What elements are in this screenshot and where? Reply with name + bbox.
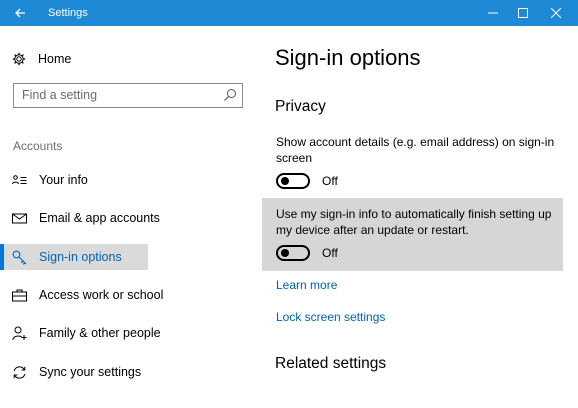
home-nav-item[interactable]: Home <box>12 49 71 69</box>
search-box[interactable] <box>13 83 243 108</box>
toggle-knob <box>281 177 289 185</box>
close-icon <box>551 8 561 18</box>
page-title: Sign-in options <box>275 45 421 70</box>
show-account-details-setting: Off <box>276 171 338 191</box>
minimize-icon <box>488 12 498 14</box>
toggle-state-label: Off <box>322 174 338 188</box>
auto-finish-setup-toggle[interactable] <box>276 245 310 261</box>
learn-more-link[interactable]: Learn more <box>276 278 337 292</box>
auto-finish-setup-description: Use my sign-in info to automatically fin… <box>276 207 552 237</box>
sidebar: Home Accounts Your info Email & app acco… <box>0 26 262 408</box>
window-title: Settings <box>48 7 88 19</box>
key-icon <box>12 250 27 265</box>
sidebar-item-label: Sign-in options <box>39 250 122 264</box>
sidebar-item-your-info[interactable]: Your info <box>0 167 148 193</box>
show-account-details-toggle[interactable] <box>276 173 310 189</box>
toggle-knob <box>281 249 289 257</box>
maximize-button[interactable] <box>508 0 538 26</box>
show-account-details-description: Show account details (e.g. email address… <box>276 135 555 165</box>
sidebar-item-label: Family & other people <box>39 326 161 340</box>
sidebar-item-family[interactable]: Family & other people <box>0 320 161 346</box>
person-card-icon <box>12 173 27 188</box>
sidebar-item-sign-in-options[interactable]: Sign-in options <box>0 244 148 270</box>
sidebar-item-work-school[interactable]: Access work or school <box>0 282 163 308</box>
main-content: Sign-in options Privacy Show account det… <box>262 26 578 408</box>
back-arrow-icon <box>15 8 25 18</box>
toggle-state-label: Off <box>322 246 338 260</box>
home-label: Home <box>38 52 72 66</box>
sidebar-item-label: Email & app accounts <box>39 211 160 225</box>
accounts-section-label: Accounts <box>13 139 63 153</box>
lock-screen-settings-link[interactable]: Lock screen settings <box>276 310 385 324</box>
maximize-icon <box>518 8 528 18</box>
back-button[interactable] <box>0 0 40 26</box>
sidebar-item-label: Your info <box>39 173 88 187</box>
search-icon[interactable] <box>223 88 237 102</box>
related-settings-heading: Related settings <box>275 355 387 372</box>
mail-icon <box>12 211 27 226</box>
add-person-icon <box>12 326 27 341</box>
sidebar-item-label: Sync your settings <box>39 365 142 379</box>
close-button[interactable] <box>541 0 571 26</box>
title-bar: Settings <box>0 0 578 26</box>
briefcase-icon <box>12 288 27 303</box>
auto-finish-setup-setting: Off <box>276 243 338 263</box>
gear-icon <box>12 52 26 66</box>
privacy-heading: Privacy <box>275 98 326 115</box>
sidebar-item-label: Access work or school <box>39 288 164 302</box>
sidebar-item-sync[interactable]: Sync your settings <box>0 359 148 385</box>
search-input[interactable] <box>22 84 217 106</box>
sidebar-item-email-accounts[interactable]: Email & app accounts <box>0 205 160 231</box>
minimize-button[interactable] <box>478 0 508 26</box>
sync-icon <box>12 365 27 380</box>
